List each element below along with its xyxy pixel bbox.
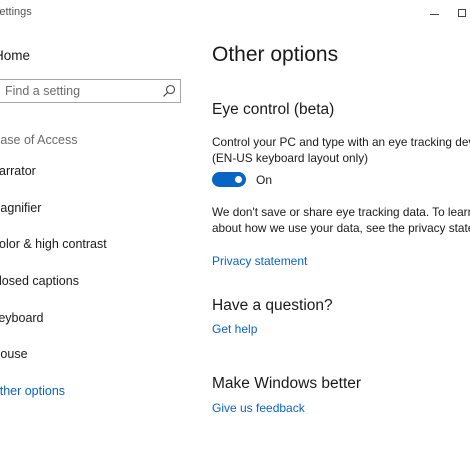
sidebar-item-other-options[interactable]: Other options — [0, 384, 65, 398]
privacy-text-line2: about how we use your data, see the priv… — [212, 221, 470, 235]
sidebar-item-narrator[interactable]: Narrator — [0, 164, 36, 178]
give-feedback-link[interactable]: Give us feedback — [212, 401, 305, 415]
eye-control-heading: Eye control (beta) — [212, 101, 335, 118]
privacy-text-line1: We don't save or share eye tracking data… — [212, 205, 470, 219]
maximize-icon — [458, 9, 466, 17]
toggle-state-label: On — [256, 173, 273, 187]
eye-control-description-line1: Control your PC and type with an eye tra… — [212, 135, 470, 149]
window-title: Settings — [0, 6, 32, 18]
sidebar-section-title: Ease of Access — [0, 133, 78, 147]
question-heading: Have a question? — [212, 297, 333, 314]
minimize-button[interactable] — [420, 0, 448, 26]
sidebar-item-closed-captions[interactable]: Closed captions — [0, 274, 79, 288]
search-box[interactable]: Find a setting — [0, 79, 181, 103]
eye-control-description-line2: (EN-US keyboard layout only) — [212, 151, 369, 165]
sidebar-item-color-high-contrast[interactable]: Color & high contrast — [0, 237, 107, 251]
get-help-link[interactable]: Get help — [212, 322, 257, 336]
page-title: Other options — [212, 43, 339, 66]
settings-window: Settings Home Find a setting Ease of Acc… — [0, 0, 470, 470]
minimize-icon — [429, 13, 439, 15]
sidebar: Home Find a setting Ease of Access Narra… — [0, 26, 195, 470]
main-content: Other options Eye control (beta) Control… — [195, 26, 470, 470]
eye-control-toggle[interactable] — [212, 172, 246, 187]
privacy-statement-link[interactable]: Privacy statement — [212, 254, 307, 268]
sidebar-item-mouse[interactable]: Mouse — [0, 347, 28, 361]
feedback-heading: Make Windows better — [212, 375, 362, 392]
title-bar: Settings — [0, 0, 470, 26]
sidebar-item-magnifier[interactable]: Magnifier — [0, 201, 41, 215]
search-input[interactable]: Find a setting — [5, 84, 80, 98]
search-icon[interactable] — [162, 84, 176, 98]
sidebar-item-keyboard[interactable]: Keyboard — [0, 311, 44, 325]
home-nav-item[interactable]: Home — [0, 48, 30, 63]
maximize-button[interactable] — [448, 0, 470, 26]
toggle-knob — [235, 176, 242, 183]
